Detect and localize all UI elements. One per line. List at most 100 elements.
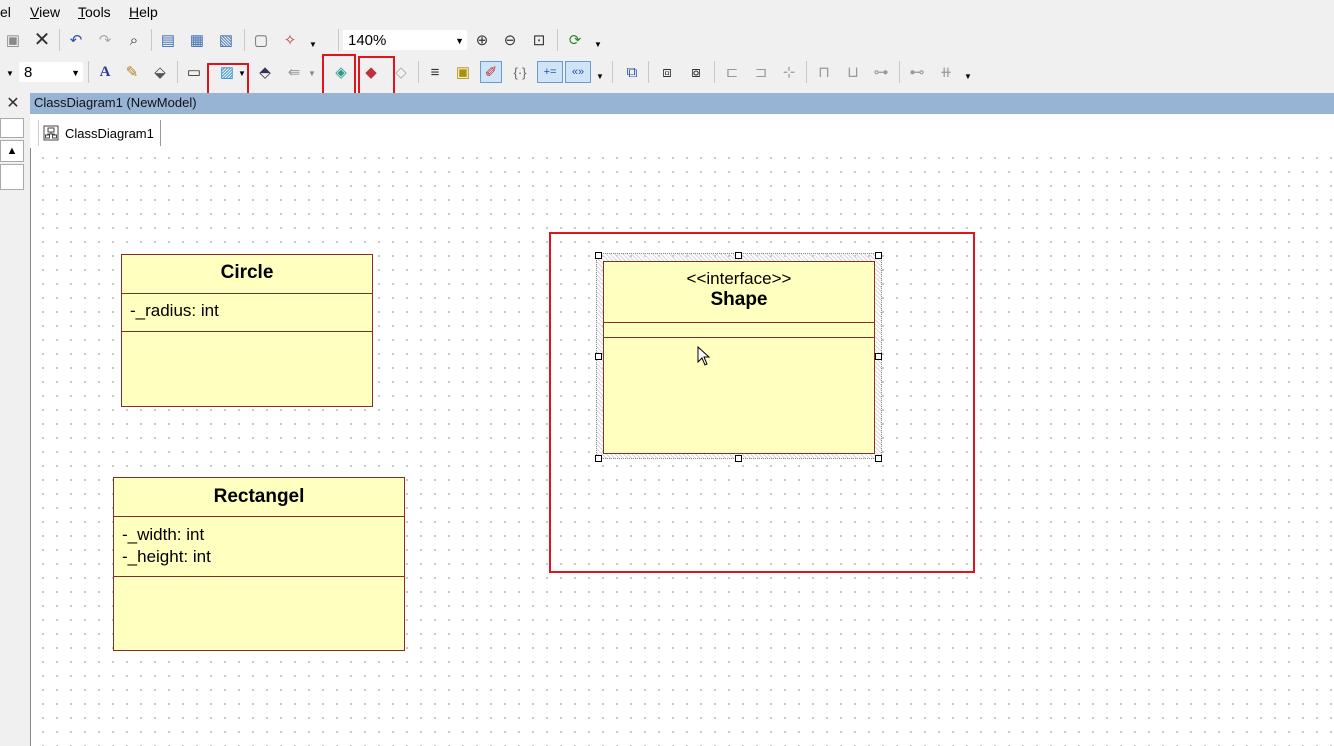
navigate-back-icon[interactable]: ⇚ — [283, 61, 305, 83]
resize-handle[interactable] — [735, 252, 742, 259]
toolbar-separator — [244, 29, 245, 51]
menu-help[interactable]: Help — [129, 4, 158, 20]
menu-view-accel: V — [30, 4, 40, 20]
class-name: Rectangel — [213, 486, 305, 507]
shape-fill-icon[interactable]: ⬘ — [254, 61, 276, 83]
align-center-icon[interactable]: ⊹ — [778, 61, 800, 83]
word-wrap-icon[interactable]: ≡ — [424, 61, 446, 83]
class-diagram-icon — [43, 125, 59, 141]
menu-tools-accel: T — [78, 4, 85, 20]
generate-code-icon[interactable]: ▢ — [250, 29, 272, 51]
new-diagram-icon[interactable]: ▤ — [157, 29, 179, 51]
menu-help-accel: H — [129, 4, 140, 20]
left-panel-box — [0, 164, 24, 190]
undo-icon[interactable]: ↶ — [65, 29, 87, 51]
find-icon[interactable]: ⌕ — [123, 29, 145, 51]
note-icon[interactable]: ▣ — [452, 61, 474, 83]
toolbar-standard: ▣ ✕ ↶ ↷ ⌕ ▤ ▦ ▧ ▢ ✧ ▼ 140% ▼ ⊕ ⊖ ⊡ ⟳ ▼ — [0, 26, 1334, 56]
bring-to-front-icon[interactable]: ⧈ — [656, 61, 678, 83]
uml-class-circle[interactable]: Circle -_radius: int — [121, 254, 373, 407]
toolbar-separator — [338, 29, 339, 51]
chevron-down-icon[interactable]: ▼ — [964, 72, 972, 81]
uml-class-rectangel[interactable]: Rectangel -_width: int -_height: int — [113, 477, 405, 651]
resize-handle[interactable] — [875, 353, 882, 360]
resize-handle[interactable] — [595, 252, 602, 259]
show-attributes-icon[interactable]: += — [537, 61, 563, 83]
left-panel-box — [0, 118, 24, 138]
fill-color-icon[interactable]: ⬙ — [149, 61, 171, 83]
align-right-icon[interactable]: ⊐ — [750, 61, 772, 83]
menu-help-rest: elp — [139, 4, 158, 20]
class-separator — [114, 516, 404, 517]
delete-icon[interactable]: ✕ — [31, 29, 53, 51]
zoom-out-icon[interactable]: ⊖ — [499, 29, 521, 51]
resize-handle[interactable] — [595, 455, 602, 462]
distribute-horizontal-icon[interactable]: ⊷ — [906, 61, 928, 83]
hierarchy-layout-icon[interactable]: ⧉ — [621, 61, 643, 83]
align-middle-icon[interactable]: ⊶ — [870, 61, 892, 83]
chevron-down-icon: ▼ — [455, 36, 464, 46]
class-name: Shape — [710, 289, 768, 310]
class-attribute: -_width: int — [122, 525, 205, 544]
tab-label: ClassDiagram1 — [65, 125, 154, 141]
menu-view[interactable]: View — [30, 4, 60, 20]
resize-handle[interactable] — [875, 455, 882, 462]
resize-handle[interactable] — [735, 455, 742, 462]
align-top-icon[interactable]: ⊓ — [813, 61, 835, 83]
toolbar-separator — [88, 61, 89, 83]
resize-handle[interactable] — [595, 353, 602, 360]
zoom-value: 140% — [348, 32, 387, 49]
menu-model[interactable]: el — [0, 4, 11, 20]
chevron-down-icon[interactable]: ▼ — [594, 40, 602, 49]
chevron-down-icon[interactable]: ▼ — [6, 69, 14, 78]
chevron-down-icon[interactable]: ▼ — [309, 40, 317, 49]
zoom-combo[interactable]: 140% ▼ — [343, 30, 467, 50]
refresh-icon[interactable]: ⟳ — [564, 29, 586, 51]
font-size-combo[interactable]: 8 ▼ — [19, 62, 83, 82]
font-icon[interactable]: A — [94, 61, 116, 83]
uml-interface-shape[interactable]: <<interface>> Shape — [603, 261, 875, 454]
menu-tools-rest: ools — [85, 4, 111, 20]
shape-style-icon[interactable]: ▭ — [183, 61, 205, 83]
tab-classdiagram1[interactable]: ClassDiagram1 — [38, 120, 161, 146]
zoom-fit-icon[interactable]: ⊡ — [528, 29, 550, 51]
toolbar-separator — [714, 61, 715, 83]
class-separator — [122, 331, 372, 332]
align-bottom-icon[interactable]: ⊔ — [842, 61, 864, 83]
show-operations-icon[interactable]: «» — [565, 61, 591, 83]
send-to-back-icon[interactable]: ⧇ — [685, 61, 707, 83]
chevron-down-icon[interactable]: ▼ — [596, 72, 604, 81]
close-icon[interactable]: ✕ — [4, 95, 22, 113]
class-name: Circle — [220, 262, 274, 283]
class-separator — [604, 322, 874, 323]
menu-tools[interactable]: Tools — [78, 4, 111, 20]
diagram-canvas[interactable]: Circle -_radius: int Rectangel -_width: … — [30, 148, 1334, 746]
diagram-properties-icon[interactable]: ▦ — [186, 29, 208, 51]
diagram-export-icon[interactable]: ▧ — [215, 29, 237, 51]
toolbar-separator — [899, 61, 900, 83]
toolbar-separator — [418, 61, 419, 83]
format-painter-icon[interactable]: ✐ — [480, 61, 502, 83]
toolbar-separator — [612, 61, 613, 83]
document-title-bar: ClassDiagram1 (NewModel) — [30, 93, 1334, 114]
chevron-down-icon: ▼ — [71, 68, 80, 78]
paste-icon[interactable]: ▣ — [2, 29, 24, 51]
diagram-tab-strip: ClassDiagram1 — [30, 114, 1334, 149]
magic-wand-icon[interactable]: ✧ — [279, 29, 301, 51]
redo-icon[interactable]: ↷ — [94, 29, 116, 51]
align-left-icon[interactable]: ⊏ — [721, 61, 743, 83]
toolbar-separator — [151, 29, 152, 51]
font-size-value: 8 — [24, 64, 33, 81]
chevron-down-icon[interactable]: ▼ — [308, 69, 316, 78]
zoom-in-icon[interactable]: ⊕ — [471, 29, 493, 51]
resize-handle[interactable] — [875, 252, 882, 259]
menu-view-rest: iew — [39, 4, 61, 20]
document-title: ClassDiagram1 (NewModel) — [34, 95, 197, 110]
line-color-icon[interactable]: ✎ — [121, 61, 143, 83]
menu-bar: el View Tools Help — [0, 0, 1334, 24]
braces-icon[interactable]: {·} — [509, 61, 531, 83]
scroll-up-icon[interactable]: ▲ — [0, 140, 24, 162]
class-separator — [114, 576, 404, 577]
distribute-vertical-icon[interactable]: ⧺ — [935, 61, 957, 83]
toolbar-separator — [648, 61, 649, 83]
